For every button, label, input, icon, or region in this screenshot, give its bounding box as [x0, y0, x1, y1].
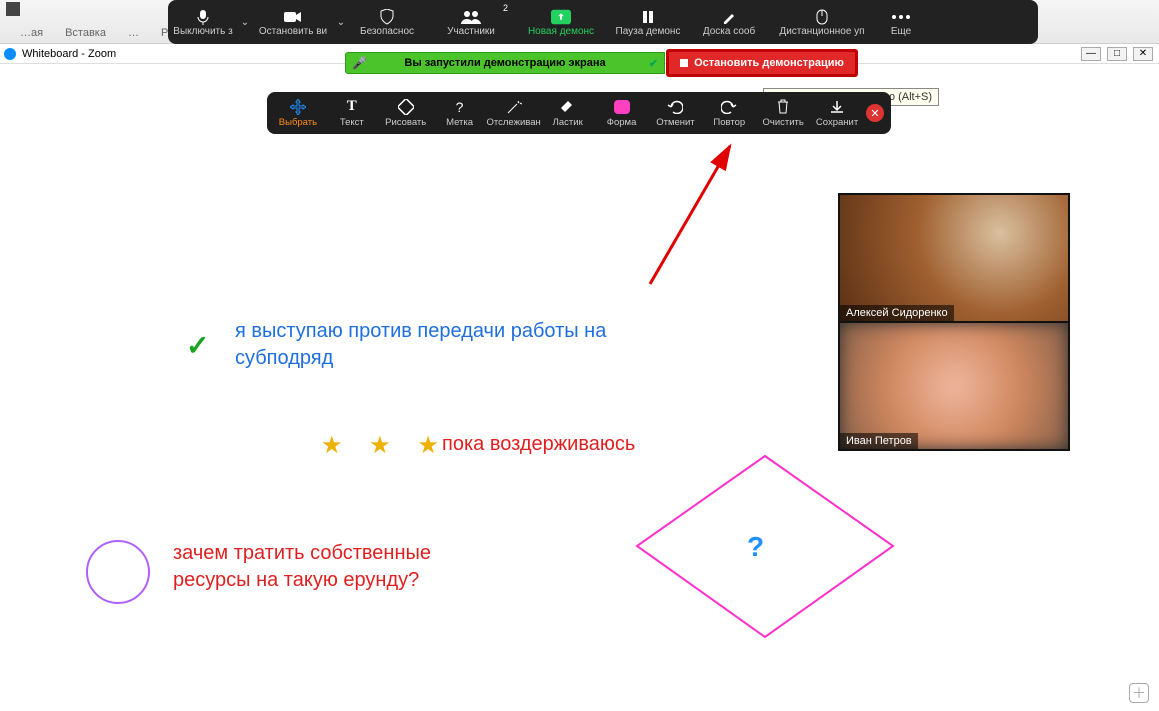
sharing-banner-text: Вы запустили демонстрацию экрана: [404, 57, 605, 69]
encryption-icon: ✔: [649, 57, 658, 70]
question-mark-stamp: ?: [747, 531, 764, 563]
window-maximize-button[interactable]: □: [1107, 47, 1127, 61]
zoom-meeting-toolbar: Выключить з ⌄ Остановить ви ⌄ Безопаснос…: [168, 0, 1038, 44]
remote-control-button[interactable]: Дистанционное уп: [768, 0, 876, 44]
pause-share-button[interactable]: Пауза демонс: [606, 0, 690, 44]
mouse-icon: [812, 8, 832, 26]
draw-icon: [397, 99, 415, 115]
trash-icon: [774, 99, 792, 115]
mute-chevron-icon[interactable]: ⌄: [238, 17, 252, 28]
annotation-toolbar: Выбрать T Текст Рисовать ? Метка Отслежи…: [267, 92, 891, 134]
tool-eraser[interactable]: Ластик: [541, 92, 595, 134]
window-minimize-button[interactable]: —: [1081, 47, 1101, 61]
stop-share-button[interactable]: Остановить демонстрацию: [666, 49, 858, 77]
tool-save[interactable]: Сохранит: [810, 92, 864, 134]
undo-icon: [666, 99, 684, 115]
shield-icon: [377, 8, 397, 26]
annotation-text-1: я выступаю против передачи работы на суб…: [235, 318, 695, 372]
ribbon-tab[interactable]: …ая: [20, 27, 43, 43]
tool-format[interactable]: Форма: [595, 92, 649, 134]
pencil-icon: [719, 8, 739, 26]
tool-spotlight[interactable]: Отслеживан: [487, 92, 541, 134]
participants-button[interactable]: 2 Участники: [426, 0, 516, 44]
checkmark-stamp: ✓: [186, 329, 209, 362]
wand-icon: [505, 99, 523, 115]
ribbon-tab[interactable]: Вставка: [65, 27, 106, 43]
red-arrow-annotation: [620, 134, 760, 294]
redo-icon: [720, 99, 738, 115]
quick-access-icon: [6, 2, 20, 16]
tool-stamp[interactable]: ? Метка: [433, 92, 487, 134]
move-icon: [289, 99, 307, 115]
participant-video-tile[interactable]: Алексей Сидоренко: [840, 195, 1068, 321]
annotation-close-button[interactable]: ✕: [866, 104, 884, 122]
annotation-text-2: пока воздерживаюсь: [442, 433, 635, 456]
more-icon: [891, 8, 911, 26]
mic-status-icon: 🎤: [352, 56, 367, 70]
participant-name: Иван Петров: [840, 433, 918, 449]
sharing-banner: 🎤 Вы запустили демонстрацию экрана ✔: [345, 52, 665, 74]
new-share-button[interactable]: Новая демонс: [516, 0, 606, 44]
mute-button[interactable]: Выключить з: [168, 0, 238, 44]
circle-shape: [86, 540, 150, 604]
save-icon: [828, 99, 846, 115]
annotation-text-3: зачем тратить собственные ресурсы на так…: [173, 540, 513, 594]
color-swatch-icon: [613, 99, 631, 115]
tool-undo[interactable]: Отменит: [649, 92, 703, 134]
camera-icon: [283, 8, 303, 26]
share-screen-icon: [551, 8, 571, 26]
people-icon: [461, 8, 481, 26]
text-icon: T: [343, 99, 361, 115]
tool-draw[interactable]: Рисовать: [379, 92, 433, 134]
stop-share-label: Остановить демонстрацию: [694, 57, 844, 69]
tool-redo[interactable]: Повтор: [702, 92, 756, 134]
window-close-button[interactable]: ✕: [1133, 47, 1153, 61]
tool-clear[interactable]: Очистить: [756, 92, 810, 134]
ribbon-tab[interactable]: …: [128, 27, 139, 43]
annotate-button[interactable]: Доска сооб: [690, 0, 768, 44]
window-title: Whiteboard - Zoom: [22, 48, 116, 60]
tool-select[interactable]: Выбрать: [271, 92, 325, 134]
security-button[interactable]: Безопаснос: [348, 0, 426, 44]
participant-video-tile[interactable]: Иван Петров: [840, 323, 1068, 449]
plus-icon: ＋: [1132, 683, 1146, 703]
participant-video-strip[interactable]: Алексей Сидоренко Иван Петров: [838, 193, 1070, 451]
new-annotation-button[interactable]: ＋: [1129, 683, 1149, 703]
star-stamps: ★ ★ ★: [321, 431, 449, 460]
participants-count: 2: [503, 3, 508, 13]
pause-icon: [638, 8, 658, 26]
diamond-shape: [635, 454, 895, 639]
eraser-icon: [559, 99, 577, 115]
zoom-app-icon: [4, 48, 16, 60]
participant-name: Алексей Сидоренко: [840, 305, 954, 321]
microphone-icon: [193, 8, 213, 26]
video-chevron-icon[interactable]: ⌄: [334, 17, 348, 28]
stop-video-button[interactable]: Остановить ви: [252, 0, 334, 44]
tool-text[interactable]: T Текст: [325, 92, 379, 134]
question-icon: ?: [451, 99, 469, 115]
more-button[interactable]: Еще: [876, 0, 926, 44]
stop-icon: [680, 59, 688, 67]
